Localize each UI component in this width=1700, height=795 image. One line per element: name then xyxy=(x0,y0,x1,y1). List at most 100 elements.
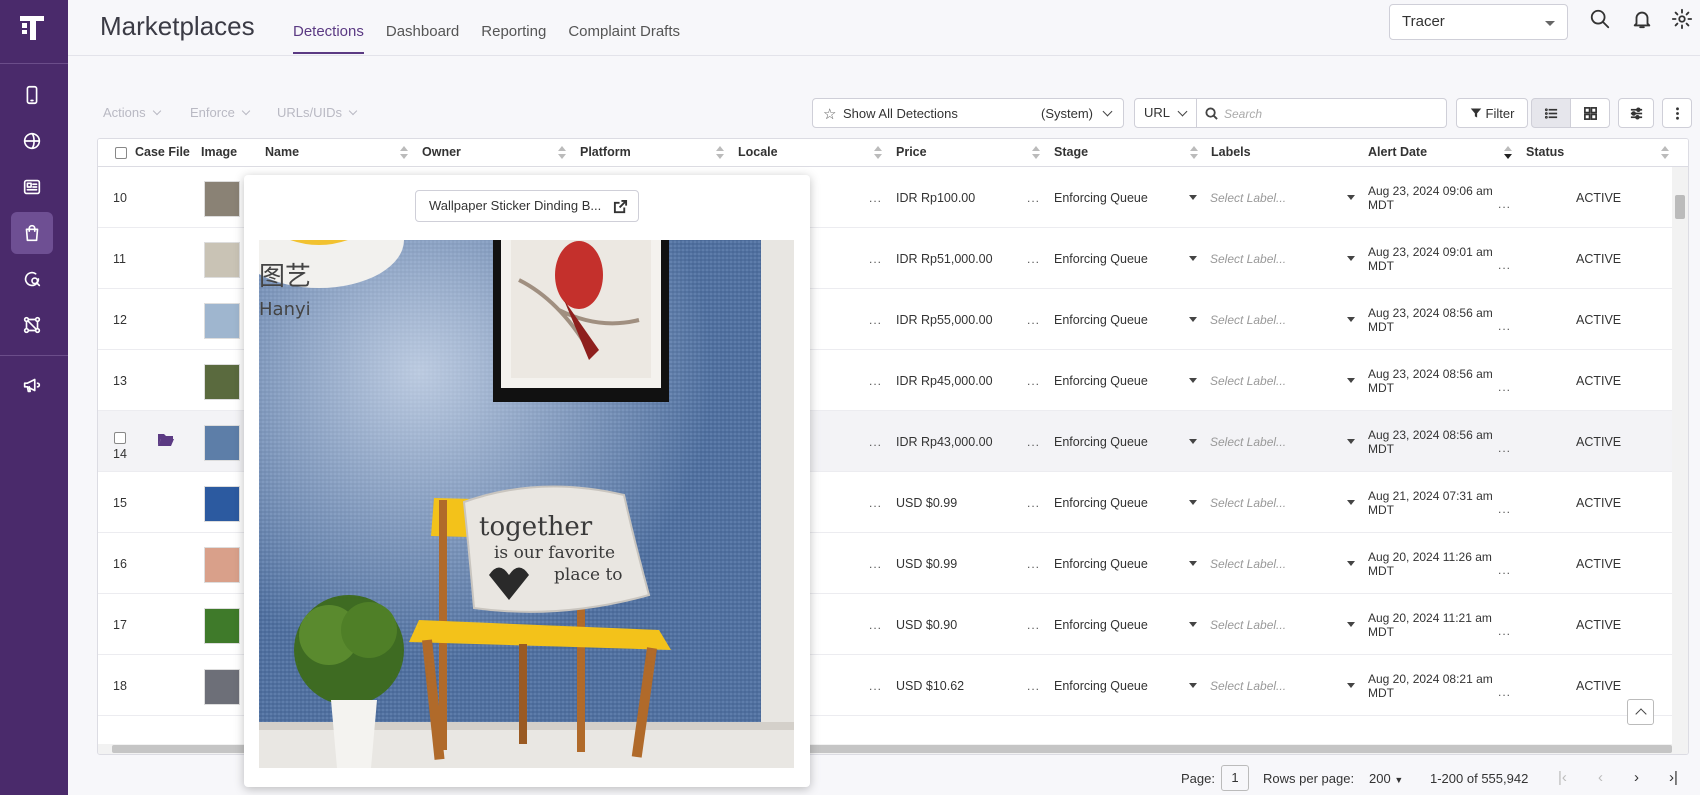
column-header-name[interactable]: Name xyxy=(265,145,299,159)
more-icon[interactable]: ... xyxy=(1027,679,1040,693)
stage-select[interactable]: Enforcing Queue xyxy=(1054,313,1148,327)
list-view-button[interactable] xyxy=(1531,98,1571,128)
enforce-menu[interactable]: Enforce xyxy=(190,105,251,120)
label-select[interactable]: Select Label... xyxy=(1210,252,1286,266)
tab-detections[interactable]: Detections xyxy=(293,0,364,56)
caret-down-icon[interactable] xyxy=(1189,439,1197,444)
tab-complaint-drafts[interactable]: Complaint Drafts xyxy=(568,0,680,56)
stage-select[interactable]: Enforcing Queue xyxy=(1054,435,1148,449)
sidebar-item-network[interactable] xyxy=(11,304,53,346)
caret-down-icon[interactable] xyxy=(1347,195,1355,200)
sort-icon[interactable] xyxy=(558,146,566,160)
stage-select[interactable]: Enforcing Queue xyxy=(1054,374,1148,388)
sidebar-item-web[interactable] xyxy=(11,120,53,162)
column-header-locale[interactable]: Locale xyxy=(738,145,778,159)
more-icon[interactable]: ... xyxy=(869,435,882,449)
stage-select[interactable]: Enforcing Queue xyxy=(1054,252,1148,266)
sidebar-item-marketplaces[interactable] xyxy=(11,212,53,254)
sidebar-item-news[interactable] xyxy=(11,166,53,208)
more-icon[interactable]: ... xyxy=(869,496,882,510)
more-icon[interactable]: ... xyxy=(1498,563,1511,577)
sidebar-item-social[interactable] xyxy=(11,258,53,300)
caret-down-icon[interactable] xyxy=(1189,561,1197,566)
more-icon[interactable]: ... xyxy=(1498,685,1511,699)
stage-select[interactable]: Enforcing Queue xyxy=(1054,191,1148,205)
filter-button[interactable]: Filter xyxy=(1456,98,1528,128)
stage-select[interactable]: Enforcing Queue xyxy=(1054,557,1148,571)
actions-menu[interactable]: Actions xyxy=(103,105,161,120)
caret-down-icon[interactable] xyxy=(1189,622,1197,627)
next-page-button[interactable]: › xyxy=(1634,769,1639,786)
more-icon[interactable]: ... xyxy=(1027,252,1040,266)
caret-down-icon[interactable] xyxy=(1347,439,1355,444)
previous-page-button[interactable]: ‹ xyxy=(1598,769,1603,786)
columns-settings-button[interactable] xyxy=(1618,98,1654,128)
caret-down-icon[interactable] xyxy=(1189,683,1197,688)
column-header-image[interactable]: Image xyxy=(201,145,237,159)
rows-per-page-select[interactable]: 200 ▼ xyxy=(1369,771,1403,786)
label-select[interactable]: Select Label... xyxy=(1210,618,1286,632)
stage-select[interactable]: Enforcing Queue xyxy=(1054,679,1148,693)
grid-view-button[interactable] xyxy=(1570,98,1610,128)
product-thumbnail[interactable] xyxy=(204,608,240,644)
search-input[interactable] xyxy=(1224,104,1434,124)
caret-down-icon[interactable] xyxy=(1189,317,1197,322)
caret-down-icon[interactable] xyxy=(1347,622,1355,627)
product-thumbnail[interactable] xyxy=(204,181,240,217)
settings-button[interactable] xyxy=(1671,8,1695,32)
product-thumbnail[interactable] xyxy=(204,486,240,522)
caret-down-icon[interactable] xyxy=(1347,500,1355,505)
column-header-alert-date[interactable]: Alert Date xyxy=(1368,145,1427,159)
notifications-button[interactable] xyxy=(1631,8,1655,32)
product-thumbnail[interactable] xyxy=(204,364,240,400)
more-icon[interactable]: ... xyxy=(1027,435,1040,449)
column-header-owner[interactable]: Owner xyxy=(422,145,461,159)
column-header-platform[interactable]: Platform xyxy=(580,145,631,159)
app-logo-icon[interactable] xyxy=(18,12,48,42)
sort-icon[interactable] xyxy=(400,146,408,160)
column-header-labels[interactable]: Labels xyxy=(1211,145,1251,159)
more-icon[interactable]: ... xyxy=(869,618,882,632)
scroll-top-button[interactable] xyxy=(1627,699,1654,725)
sort-icon[interactable] xyxy=(1190,146,1198,160)
caret-down-icon[interactable] xyxy=(1347,317,1355,322)
sort-desc-icon[interactable] xyxy=(1504,146,1512,160)
more-icon[interactable]: ... xyxy=(1498,197,1511,211)
sort-icon[interactable] xyxy=(874,146,882,160)
tab-dashboard[interactable]: Dashboard xyxy=(386,0,459,56)
more-icon[interactable]: ... xyxy=(1027,313,1040,327)
row-checkbox[interactable] xyxy=(114,432,126,444)
tab-reporting[interactable]: Reporting xyxy=(481,0,546,56)
more-icon[interactable]: ... xyxy=(869,191,882,205)
page-number-input[interactable]: 1 xyxy=(1221,765,1249,791)
label-select[interactable]: Select Label... xyxy=(1210,374,1286,388)
folder-open-icon[interactable] xyxy=(157,432,175,447)
more-icon[interactable]: ... xyxy=(1498,258,1511,272)
urls-menu[interactable]: URLs/UIDs xyxy=(277,105,358,120)
caret-down-icon[interactable] xyxy=(1347,683,1355,688)
search-button[interactable] xyxy=(1589,8,1613,32)
caret-down-icon[interactable] xyxy=(1189,378,1197,383)
listing-link-button[interactable]: Wallpaper Sticker Dinding B... xyxy=(415,190,639,222)
caret-down-icon[interactable] xyxy=(1189,256,1197,261)
more-icon[interactable]: ... xyxy=(1027,191,1040,205)
product-thumbnail[interactable] xyxy=(204,242,240,278)
label-select[interactable]: Select Label... xyxy=(1210,435,1286,449)
scrollbar-thumb[interactable] xyxy=(1675,195,1685,219)
label-select[interactable]: Select Label... xyxy=(1210,496,1286,510)
workspace-select[interactable]: Tracer xyxy=(1389,4,1568,40)
caret-down-icon[interactable] xyxy=(1347,378,1355,383)
more-icon[interactable]: ... xyxy=(869,313,882,327)
more-icon[interactable]: ... xyxy=(1498,441,1511,455)
search-field-select[interactable]: URL xyxy=(1134,98,1197,128)
caret-down-icon[interactable] xyxy=(1189,500,1197,505)
more-icon[interactable]: ... xyxy=(1498,502,1511,516)
select-all-checkbox[interactable] xyxy=(115,147,127,159)
stage-select[interactable]: Enforcing Queue xyxy=(1054,496,1148,510)
product-thumbnail[interactable] xyxy=(204,547,240,583)
sort-icon[interactable] xyxy=(1661,146,1669,160)
sidebar-item-announcements[interactable] xyxy=(11,364,53,406)
column-header-stage[interactable]: Stage xyxy=(1054,145,1088,159)
vertical-scrollbar[interactable] xyxy=(1672,167,1688,748)
caret-down-icon[interactable] xyxy=(1189,195,1197,200)
